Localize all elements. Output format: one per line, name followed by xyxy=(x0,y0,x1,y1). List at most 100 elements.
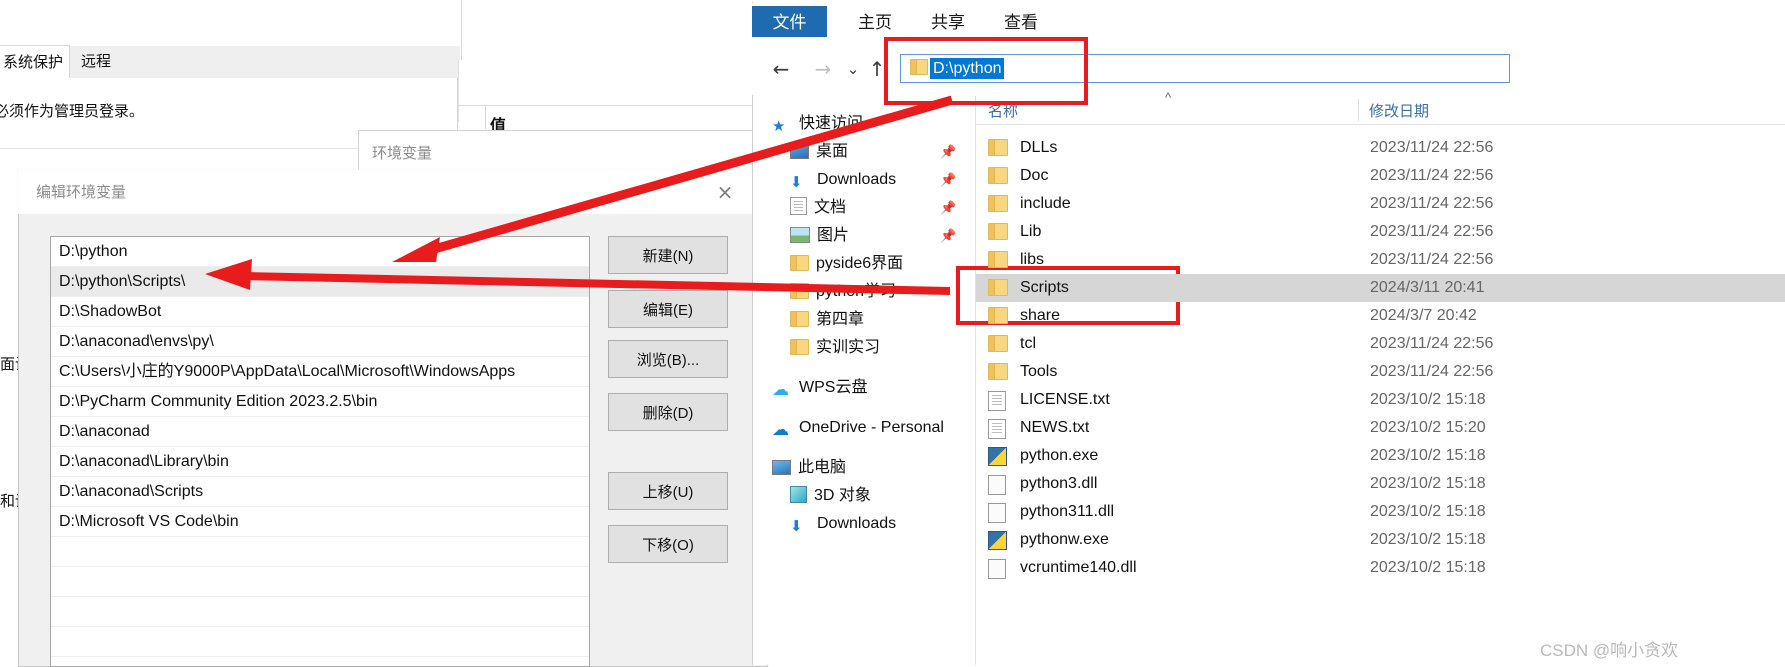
dialog-button-3[interactable]: 删除(D) xyxy=(608,393,728,431)
tab-remote[interactable]: 远程 xyxy=(75,46,117,77)
nav-item-label: 第四章 xyxy=(816,311,865,328)
file-row[interactable]: python311.dll 2023/10/2 15:18 xyxy=(976,498,1785,526)
path-list-item[interactable]: D:\PyCharm Community Edition 2023.2.5\bi… xyxy=(51,387,589,417)
file-row[interactable]: libs 2023/11/24 22:56 xyxy=(976,246,1785,274)
nav-item-label: 此电脑 xyxy=(798,459,847,476)
nav-item[interactable]: 桌面 xyxy=(760,138,848,166)
file-row[interactable]: tcl 2023/11/24 22:56 xyxy=(976,330,1785,358)
nav-item[interactable]: python学习 xyxy=(760,278,896,306)
nav-item[interactable]: 实训实习 xyxy=(760,334,880,362)
pin-icon[interactable]: 📌 xyxy=(940,228,956,244)
nav-item[interactable]: 图片 xyxy=(760,222,849,250)
column-header-date-modified[interactable]: 修改日期 xyxy=(1369,100,1429,121)
forward-button[interactable]: → xyxy=(810,56,836,82)
nav-item[interactable]: 第四章 xyxy=(760,306,864,334)
nav-item-label: Downloads xyxy=(817,515,897,532)
path-list-item[interactable]: D:\Microsoft VS Code\bin xyxy=(51,507,589,537)
path-list-item[interactable]: D:\python\Scripts\ xyxy=(51,267,589,297)
file-row[interactable]: Doc 2023/11/24 22:56 xyxy=(976,162,1785,190)
file-name: python311.dll xyxy=(1020,503,1114,520)
dialog-button-2[interactable]: 浏览(B)... xyxy=(608,340,728,378)
path-list-item[interactable]: D:\anaconad xyxy=(51,417,589,447)
tab-share[interactable]: 共享 xyxy=(915,6,981,40)
tab-system-protection[interactable]: 系统保护 xyxy=(0,45,71,79)
nav-item[interactable]: ⬇ Downloads xyxy=(760,166,896,194)
dialog-button-1[interactable]: 编辑(E) xyxy=(608,290,728,328)
dialog-button-5[interactable]: 下移(O) xyxy=(608,525,728,563)
file-row[interactable]: include 2023/11/24 22:56 xyxy=(976,190,1785,218)
nav-item[interactable]: ⬇ Downloads xyxy=(760,510,896,538)
file-date-modified: 2023/11/24 22:56 xyxy=(1370,251,1494,268)
file-row[interactable]: Lib 2023/11/24 22:56 xyxy=(976,218,1785,246)
picture-icon xyxy=(790,227,810,243)
file-name: Doc xyxy=(1020,167,1049,184)
nav-item[interactable]: 3D 对象 xyxy=(760,482,871,510)
path-list-item[interactable]: D:\anaconad\Scripts xyxy=(51,477,589,507)
file-date-modified: 2023/10/2 15:18 xyxy=(1370,391,1486,408)
nav-item-label: pyside6界面 xyxy=(816,255,904,272)
file-date-modified: 2023/11/24 22:56 xyxy=(1370,195,1494,212)
file-row[interactable]: share 2024/3/7 20:42 xyxy=(976,302,1785,330)
text-file-icon xyxy=(988,391,1006,411)
file-name: libs xyxy=(1020,251,1045,268)
file-date-modified: 2023/11/24 22:56 xyxy=(1370,223,1494,240)
pin-icon[interactable]: 📌 xyxy=(940,172,956,188)
folder-icon xyxy=(790,339,809,355)
path-list-item[interactable]: D:\ShadowBot xyxy=(51,297,589,327)
column-separator xyxy=(485,105,486,129)
nav-item[interactable]: ☁ OneDrive - Personal xyxy=(760,414,944,442)
file-row[interactable]: python3.dll 2023/10/2 15:18 xyxy=(976,470,1785,498)
path-list-item-empty[interactable] xyxy=(51,657,589,666)
recent-locations-button[interactable]: ⌄ xyxy=(840,56,866,82)
path-list-item-empty[interactable] xyxy=(51,567,589,597)
path-list-item[interactable]: C:\Users\小庄的Y9000P\AppData\Local\Microso… xyxy=(51,357,589,387)
folder-icon xyxy=(988,223,1008,240)
star-icon: ★ xyxy=(772,118,786,135)
download-icon: ⬇ xyxy=(790,174,803,191)
folder-icon xyxy=(988,335,1008,352)
file-row[interactable]: Scripts 2024/3/11 20:41 xyxy=(976,274,1785,302)
file-date-modified: 2024/3/11 20:41 xyxy=(1370,279,1485,296)
tab-view[interactable]: 查看 xyxy=(988,6,1054,40)
file-row[interactable]: Tools 2023/11/24 22:56 xyxy=(976,358,1785,386)
nav-item[interactable]: ☁ WPS云盘 xyxy=(760,374,867,402)
back-button[interactable]: ← xyxy=(768,56,794,82)
nav-item-label: 图片 xyxy=(817,227,850,244)
path-list-item[interactable]: D:\anaconad\Library\bin xyxy=(51,447,589,477)
watermark: CSDN @响小贪欢 xyxy=(1540,641,1679,660)
tab-file[interactable]: 文件 xyxy=(752,6,827,40)
navigation-pane[interactable]: ★ 快速访问 桌面 📌 ⬇ Downloads 📌 文档 📌 图片 📌 pyside6界面 python… xyxy=(760,96,975,665)
file-row[interactable]: NEWS.txt 2023/10/2 15:20 xyxy=(976,414,1785,442)
folder-icon xyxy=(988,195,1008,212)
nav-item[interactable]: 此电脑 xyxy=(760,454,846,482)
path-list-item-empty[interactable] xyxy=(51,537,589,567)
file-row[interactable]: vcruntime140.dll 2023/10/2 15:18 xyxy=(976,554,1785,582)
nav-item[interactable]: ★ 快速访问 xyxy=(760,110,863,138)
dialog-button-0[interactable]: 新建(N) xyxy=(608,236,728,274)
path-list-item-empty[interactable] xyxy=(51,627,589,657)
folder-icon xyxy=(988,363,1008,380)
file-row[interactable]: DLLs 2023/11/24 22:56 xyxy=(976,134,1785,162)
file-date-modified: 2023/11/24 22:56 xyxy=(1370,139,1494,156)
file-name: python3.dll xyxy=(1020,475,1098,492)
path-list[interactable]: D:\python D:\python\Scripts\ D:\ShadowBot D… xyxy=(50,236,590,667)
tab-home[interactable]: 主页 xyxy=(842,6,908,40)
pin-icon[interactable]: 📌 xyxy=(940,144,956,160)
dialog-button-4[interactable]: 上移(U) xyxy=(608,472,728,510)
nav-item[interactable]: 文档 xyxy=(760,194,846,222)
path-list-item[interactable]: D:\python xyxy=(51,237,589,267)
close-icon[interactable]: × xyxy=(710,178,740,206)
file-row[interactable]: LICENSE.txt 2023/10/2 15:18 xyxy=(976,386,1785,414)
file-row[interactable]: python.exe 2023/10/2 15:18 xyxy=(976,442,1785,470)
path-list-item[interactable]: D:\anaconad\envs\py\ xyxy=(51,327,589,357)
pin-icon[interactable]: 📌 xyxy=(940,200,956,216)
nav-item-label: python学习 xyxy=(816,283,897,300)
system-properties-tabstrip: 系统保护 远程 xyxy=(0,45,460,79)
file-row[interactable]: pythonw.exe 2023/10/2 15:18 xyxy=(976,526,1785,554)
3d-objects-icon xyxy=(790,486,807,503)
file-date-modified: 2023/11/24 22:56 xyxy=(1370,363,1494,380)
path-list-item-empty[interactable] xyxy=(51,597,589,627)
quick-access-toolbar[interactable] xyxy=(752,0,1785,2)
nav-item[interactable]: pyside6界面 xyxy=(760,250,903,278)
dialog-titlebar xyxy=(18,170,766,214)
